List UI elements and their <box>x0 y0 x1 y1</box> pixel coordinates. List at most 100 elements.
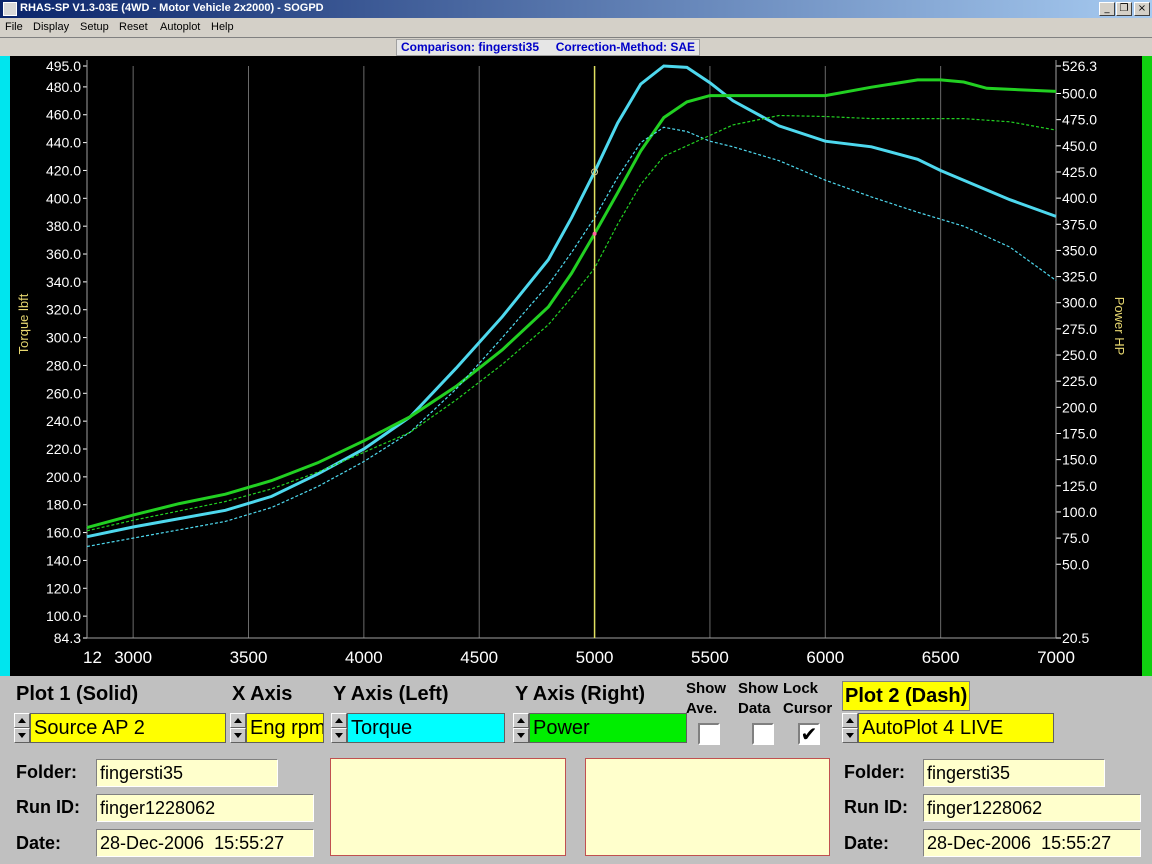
plot2-date-field: 28-Dec-2006 15:55:27 <box>923 829 1141 857</box>
x-tick-label: 3000 <box>114 648 152 667</box>
info-panel-left <box>330 758 566 856</box>
plot2-label: Plot 2 (Dash) <box>842 681 971 711</box>
plot2-folder-label: Folder: <box>844 762 905 782</box>
x-left-label: 12 <box>83 648 102 667</box>
plot2-date-label: Date: <box>844 833 890 853</box>
y-right-tick-label: 400.0 <box>1062 190 1097 206</box>
plot1-date-label: Date: <box>16 833 62 853</box>
spin-down-icon[interactable] <box>842 728 858 743</box>
y-right-tick-label: 275.0 <box>1062 321 1097 337</box>
info-panel-right <box>585 758 830 856</box>
lock-cursor-label: Lock Cursor <box>783 680 833 717</box>
menu-autoplot[interactable]: Autoplot <box>160 21 200 33</box>
plot1-color-strip <box>0 56 10 676</box>
spin-down-icon[interactable] <box>14 728 30 743</box>
y-left-tick-label: 300.0 <box>46 330 81 346</box>
y-right-tick-label: 250.0 <box>1062 347 1097 363</box>
y-right-tick-label: 225.0 <box>1062 373 1097 389</box>
plot1-label: Plot 1 (Solid) <box>16 683 139 705</box>
menu-bar: File Display Setup Reset Autoplot Help <box>0 18 1152 38</box>
y-left-tick-label: 120.0 <box>46 580 81 596</box>
spin-down-icon[interactable] <box>331 728 347 743</box>
y-left-tick-label: 480.0 <box>46 79 81 95</box>
x-tick-label: 5000 <box>576 648 614 667</box>
y-left-tick-label: 200.0 <box>46 469 81 485</box>
menu-display[interactable]: Display <box>33 21 69 33</box>
plot1-date-field: 28-Dec-2006 15:55:27 <box>96 829 314 857</box>
y-right-tick-label: 500.0 <box>1062 86 1097 102</box>
x-tick-label: 4500 <box>460 648 498 667</box>
y-axis-left-select[interactable]: Torque <box>347 713 505 743</box>
spin-up-icon[interactable] <box>14 713 30 728</box>
menu-reset[interactable]: Reset <box>119 21 148 33</box>
show-data-checkbox[interactable] <box>752 723 774 745</box>
y-axis-right-select[interactable]: Power <box>529 713 687 743</box>
lock-cursor-checkbox[interactable]: ✔ <box>798 723 820 745</box>
checkmark-icon: ✔ <box>800 722 818 746</box>
y-axis-right-label: Y Axis (Right) <box>515 683 646 705</box>
y-right-tick-label: 100.0 <box>1062 504 1097 520</box>
menu-file[interactable]: File <box>5 21 23 33</box>
y-left-tick-label: 220.0 <box>46 441 81 457</box>
spin-down-icon[interactable] <box>513 728 529 743</box>
series-torque-solid-line <box>86 64 1057 539</box>
y-left-tick-label: 84.3 <box>54 630 81 646</box>
y-axis-left-spinner[interactable] <box>331 713 347 743</box>
plot1-folder-label: Folder: <box>16 762 77 782</box>
y-left-tick-label: 420.0 <box>46 162 81 178</box>
x-tick-label: 6500 <box>922 648 960 667</box>
restore-button[interactable]: ❐ <box>1116 2 1132 16</box>
y-left-tick-label: 360.0 <box>46 246 81 262</box>
plot1-source-select[interactable]: Source AP 2 <box>30 713 226 743</box>
x-tick-label: 5500 <box>691 648 729 667</box>
menu-help[interactable]: Help <box>211 21 234 33</box>
plot2-runid-field: finger1228062 <box>923 794 1141 822</box>
y-right-tick-label: 75.0 <box>1062 530 1089 546</box>
x-axis-label: X Axis <box>232 683 293 705</box>
y-left-tick-label: 140.0 <box>46 552 81 568</box>
window-title: RHAS-SP V1.3-03E (4WD - Motor Vehicle 2x… <box>20 2 324 14</box>
app-icon <box>3 2 17 16</box>
x-axis-spinner[interactable] <box>230 713 246 743</box>
y-left-axis-title: Torque lbft <box>16 293 31 354</box>
plot2-source-spinner[interactable] <box>842 713 858 743</box>
y-right-axis-title: Power HP <box>1112 297 1127 356</box>
plot1-folder-field: fingersti35 <box>96 759 278 787</box>
spin-down-icon[interactable] <box>230 728 246 743</box>
plot1-runid-label: Run ID: <box>16 797 80 817</box>
x-tick-label: 4000 <box>345 648 383 667</box>
plot2-source-select[interactable]: AutoPlot 4 LIVE <box>858 713 1054 743</box>
y-left-tick-label: 380.0 <box>46 218 81 234</box>
y-right-tick-label: 325.0 <box>1062 269 1097 285</box>
plot1-source-spinner[interactable] <box>14 713 30 743</box>
y-left-tick-label: 280.0 <box>46 357 81 373</box>
y-left-tick-label: 260.0 <box>46 385 81 401</box>
plot2-color-strip <box>1142 56 1152 676</box>
y-right-tick-label: 350.0 <box>1062 242 1097 258</box>
dyno-chart[interactable]: 3000 3500 4000 4500 5000 5500 6000 6500 7000 12 49… <box>10 56 1142 676</box>
spin-up-icon[interactable] <box>513 713 529 728</box>
y-right-tick-label: 450.0 <box>1062 138 1097 154</box>
y-left-tick-label: 440.0 <box>46 135 81 151</box>
y-left-tick-label: 460.0 <box>46 107 81 123</box>
spin-up-icon[interactable] <box>842 713 858 728</box>
y-right-tick-label: 150.0 <box>1062 452 1097 468</box>
spin-up-icon[interactable] <box>331 713 347 728</box>
x-tick-label: 3500 <box>230 648 268 667</box>
close-button[interactable]: × <box>1134 2 1150 16</box>
y-right-tick-label: 50.0 <box>1062 556 1089 572</box>
show-ave-checkbox[interactable] <box>698 723 720 745</box>
x-axis-select[interactable]: Eng rpm <box>246 713 324 743</box>
y-right-tick-label: 526.3 <box>1062 58 1097 74</box>
y-axis-right-spinner[interactable] <box>513 713 529 743</box>
y-right-tick-label: 125.0 <box>1062 478 1097 494</box>
menu-setup[interactable]: Setup <box>80 21 109 33</box>
chart-area[interactable]: 3000 3500 4000 4500 5000 5500 6000 6500 7000 12 49… <box>10 56 1142 676</box>
cursor-marker-power <box>592 231 597 236</box>
y-axis-left-label: Y Axis (Left) <box>333 683 449 705</box>
spin-up-icon[interactable] <box>230 713 246 728</box>
y-left-tick-label: 400.0 <box>46 190 81 206</box>
y-left-tick-label: 160.0 <box>46 525 81 541</box>
plot1-runid-field: finger1228062 <box>96 794 314 822</box>
minimize-button[interactable]: _ <box>1099 2 1115 16</box>
